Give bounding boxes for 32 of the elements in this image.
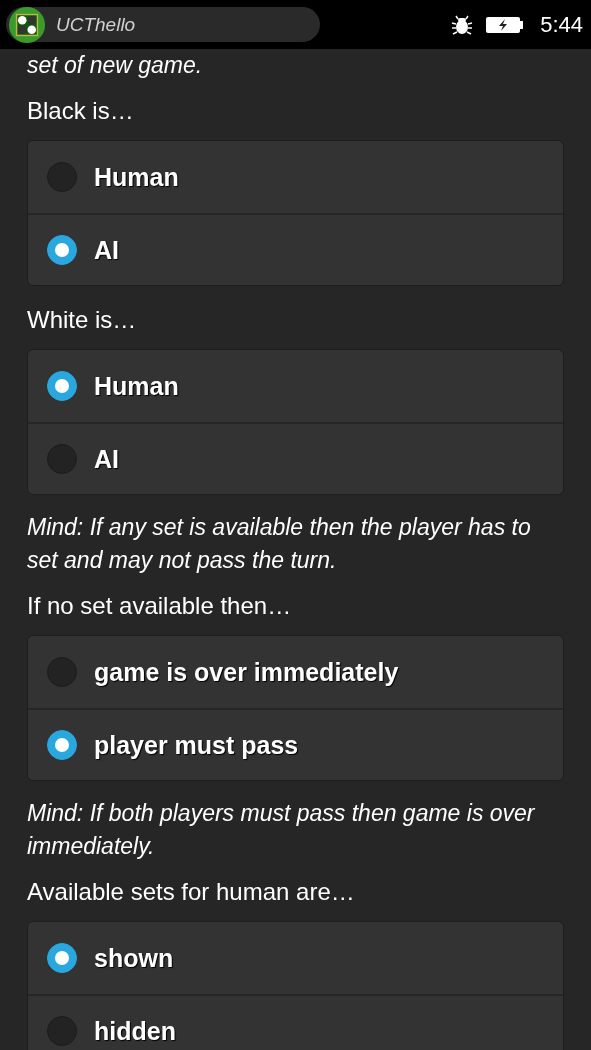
app-title-pill[interactable]: UCThello (6, 7, 320, 42)
option-label: game is over immediately (94, 657, 399, 687)
section-label: If no set available then… (27, 591, 293, 621)
option-label: shown (94, 943, 174, 973)
radio-option[interactable]: AI (28, 213, 563, 285)
radio-button[interactable] (47, 371, 77, 401)
option-label: player must pass (94, 730, 299, 760)
radio-option[interactable]: AI (28, 422, 563, 494)
section-label: White is… (27, 305, 138, 335)
note-text: Mind: If both players must pass then game is over immediately. (27, 799, 536, 861)
app-title: UCThello (56, 13, 136, 36)
note-text: Mind: If any set is available then the player has to set and may not pass the turn. (27, 513, 532, 575)
battery-icon (486, 15, 525, 34)
option-label: AI (94, 235, 119, 265)
radio-option[interactable]: shown (28, 922, 563, 994)
option-label: hidden (94, 1016, 176, 1046)
radio-button[interactable] (47, 730, 77, 760)
radio-option[interactable]: Human (28, 141, 563, 213)
option-label: Human (94, 162, 179, 192)
option-label: AI (94, 444, 119, 474)
radio-option[interactable]: hidden (28, 994, 563, 1050)
radio-button[interactable] (47, 235, 77, 265)
option-label: Human (94, 371, 179, 401)
radio-option[interactable]: game is over immediately (28, 636, 563, 708)
section-label: Black is… (27, 96, 135, 126)
radio-option[interactable]: player must pass (28, 708, 563, 780)
clock-time: 5:44 (540, 11, 583, 38)
section-label: Available sets for human are… (27, 877, 356, 907)
radio-option[interactable]: Human (28, 350, 563, 422)
note-text: set of new game. (27, 51, 204, 80)
app-icon (8, 5, 46, 44)
radio-button[interactable] (47, 943, 77, 973)
